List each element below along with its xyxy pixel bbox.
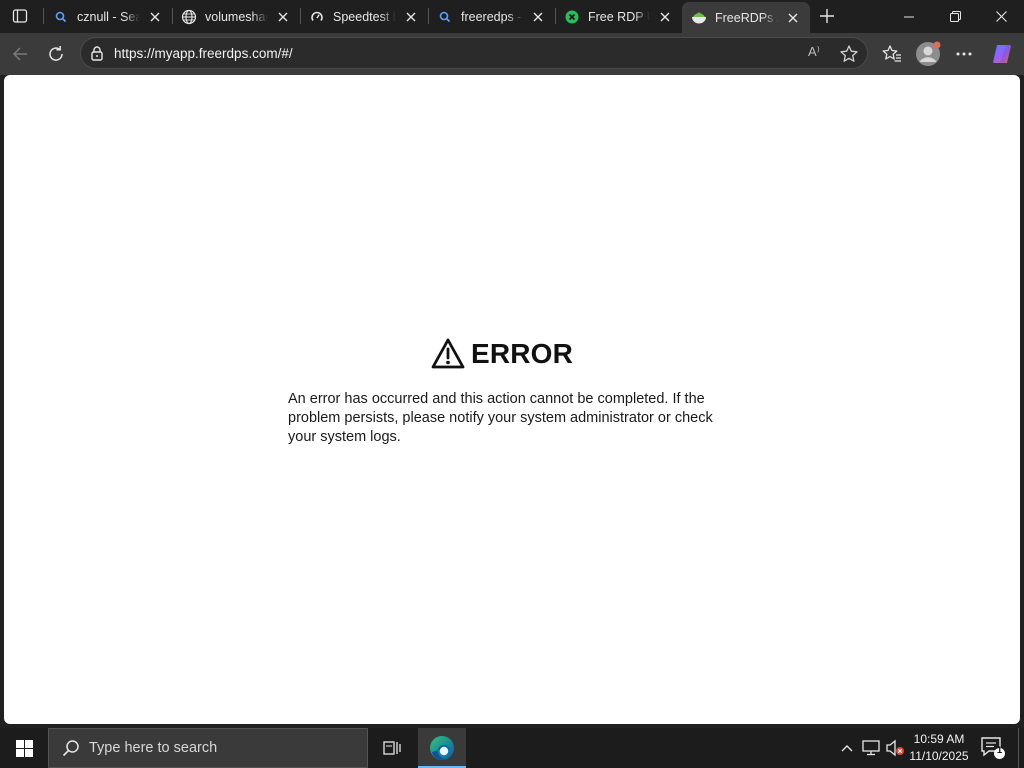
- tab-actions-button[interactable]: [6, 4, 34, 28]
- read-aloud-icon[interactable]: A⁾: [808, 44, 828, 64]
- show-hidden-icons-button[interactable]: [836, 728, 858, 768]
- speedtest-icon: [309, 9, 325, 25]
- start-button[interactable]: [0, 728, 48, 768]
- tab-title: cznull - Sear: [77, 9, 140, 24]
- back-arrow-icon: [12, 47, 27, 61]
- search-icon: [53, 9, 69, 25]
- notification-count: 1: [996, 745, 1003, 756]
- profile-button[interactable]: [913, 39, 943, 69]
- tab-title: volumeshadi: [205, 9, 268, 24]
- tab-strip: cznull - Sear volumeshadi Speedtest by f…: [0, 0, 1024, 33]
- freerdp-icon: [564, 9, 580, 25]
- avatar-icon: [916, 41, 941, 66]
- url-text[interactable]: https://myapp.freerdps.com/#/: [114, 46, 293, 61]
- copilot-button[interactable]: [987, 39, 1017, 69]
- close-icon[interactable]: [146, 8, 164, 26]
- restore-icon: [949, 11, 961, 22]
- refresh-button[interactable]: [41, 39, 71, 69]
- bowl-icon: [691, 10, 707, 26]
- globe-icon: [181, 9, 197, 25]
- close-icon[interactable]: [784, 9, 802, 27]
- network-icon: [862, 740, 880, 756]
- show-desktop-button[interactable]: [1018, 728, 1019, 768]
- minimize-button[interactable]: [886, 0, 932, 33]
- tab-freerdps-ai[interactable]: FreeRDPs AI: [682, 2, 810, 33]
- taskbar-clock[interactable]: 10:59 AM 11/10/2025: [906, 731, 972, 765]
- close-icon[interactable]: [274, 8, 292, 26]
- volume-muted-icon: [886, 739, 904, 757]
- search-placeholder: Type here to search: [89, 740, 218, 756]
- refresh-icon: [49, 46, 63, 61]
- more-options-icon: [956, 52, 972, 56]
- site-info-icon[interactable]: [89, 45, 105, 61]
- tab-title: FreeRDPs AI: [715, 10, 778, 25]
- close-icon: [995, 11, 1007, 22]
- minimize-icon: [904, 16, 914, 17]
- address-bar[interactable]: https://myapp.freerdps.com/#/ A⁾: [80, 37, 868, 69]
- favorites-button[interactable]: [877, 39, 907, 69]
- page-content: ERROR An error has occurred and this act…: [4, 75, 1020, 724]
- browser-window: cznull - Sear volumeshadi Speedtest by f…: [0, 0, 1024, 728]
- browser-toolbar: https://myapp.freerdps.com/#/ A⁾: [0, 33, 1024, 75]
- search-icon: [62, 740, 79, 757]
- taskbar-search-box[interactable]: Type here to search: [48, 728, 368, 768]
- settings-more-button[interactable]: [949, 39, 979, 69]
- error-title: ERROR: [470, 338, 574, 369]
- volume-button[interactable]: [884, 728, 906, 768]
- close-icon[interactable]: [529, 8, 547, 26]
- error-heading: ERROR: [4, 338, 1020, 370]
- edge-icon: [430, 736, 454, 760]
- plus-icon: [820, 9, 834, 23]
- network-button[interactable]: [860, 728, 882, 768]
- windows-logo-icon: [15, 739, 33, 757]
- task-view-button[interactable]: [378, 734, 406, 762]
- back-button[interactable]: [5, 39, 35, 69]
- close-icon[interactable]: [402, 8, 420, 26]
- tab-speedtest[interactable]: Speedtest by: [300, 2, 428, 31]
- tab-free-rdp-us[interactable]: Free RDP Us: [555, 2, 682, 31]
- close-icon[interactable]: [656, 8, 674, 26]
- tab-freeredps-search[interactable]: freeredps - S: [428, 2, 555, 31]
- tab-title: freeredps - S: [461, 9, 523, 24]
- clock-time: 10:59 AM: [913, 732, 965, 746]
- error-message: An error has occurred and this action ca…: [288, 391, 713, 445]
- clock-date: 11/10/2025: [909, 749, 969, 763]
- warning-icon: [431, 338, 465, 369]
- tab-volumeshadow[interactable]: volumeshadi: [172, 2, 300, 31]
- new-tab-button[interactable]: [816, 5, 838, 27]
- tab-title: Speedtest by: [333, 9, 396, 24]
- favorites-icon: [882, 45, 901, 62]
- copilot-icon: [993, 45, 1011, 63]
- read-aloud-label: A⁾: [808, 44, 820, 59]
- taskbar-edge-app[interactable]: [418, 728, 466, 768]
- task-view-icon: [383, 741, 401, 755]
- taskbar: Type here to search 10:59 AM 11/10/2025 …: [0, 728, 1024, 768]
- notification-center-button[interactable]: 1: [980, 736, 1006, 760]
- close-window-button[interactable]: [978, 0, 1024, 33]
- favorite-star-icon[interactable]: [839, 44, 859, 64]
- chevron-up-icon: [841, 745, 853, 752]
- tab-actions-icon: [12, 9, 28, 23]
- search-icon: [437, 9, 453, 25]
- tab-title: Free RDP Us: [588, 9, 650, 24]
- restore-button[interactable]: [932, 0, 978, 33]
- tab-cznull-search[interactable]: cznull - Sear: [44, 2, 172, 31]
